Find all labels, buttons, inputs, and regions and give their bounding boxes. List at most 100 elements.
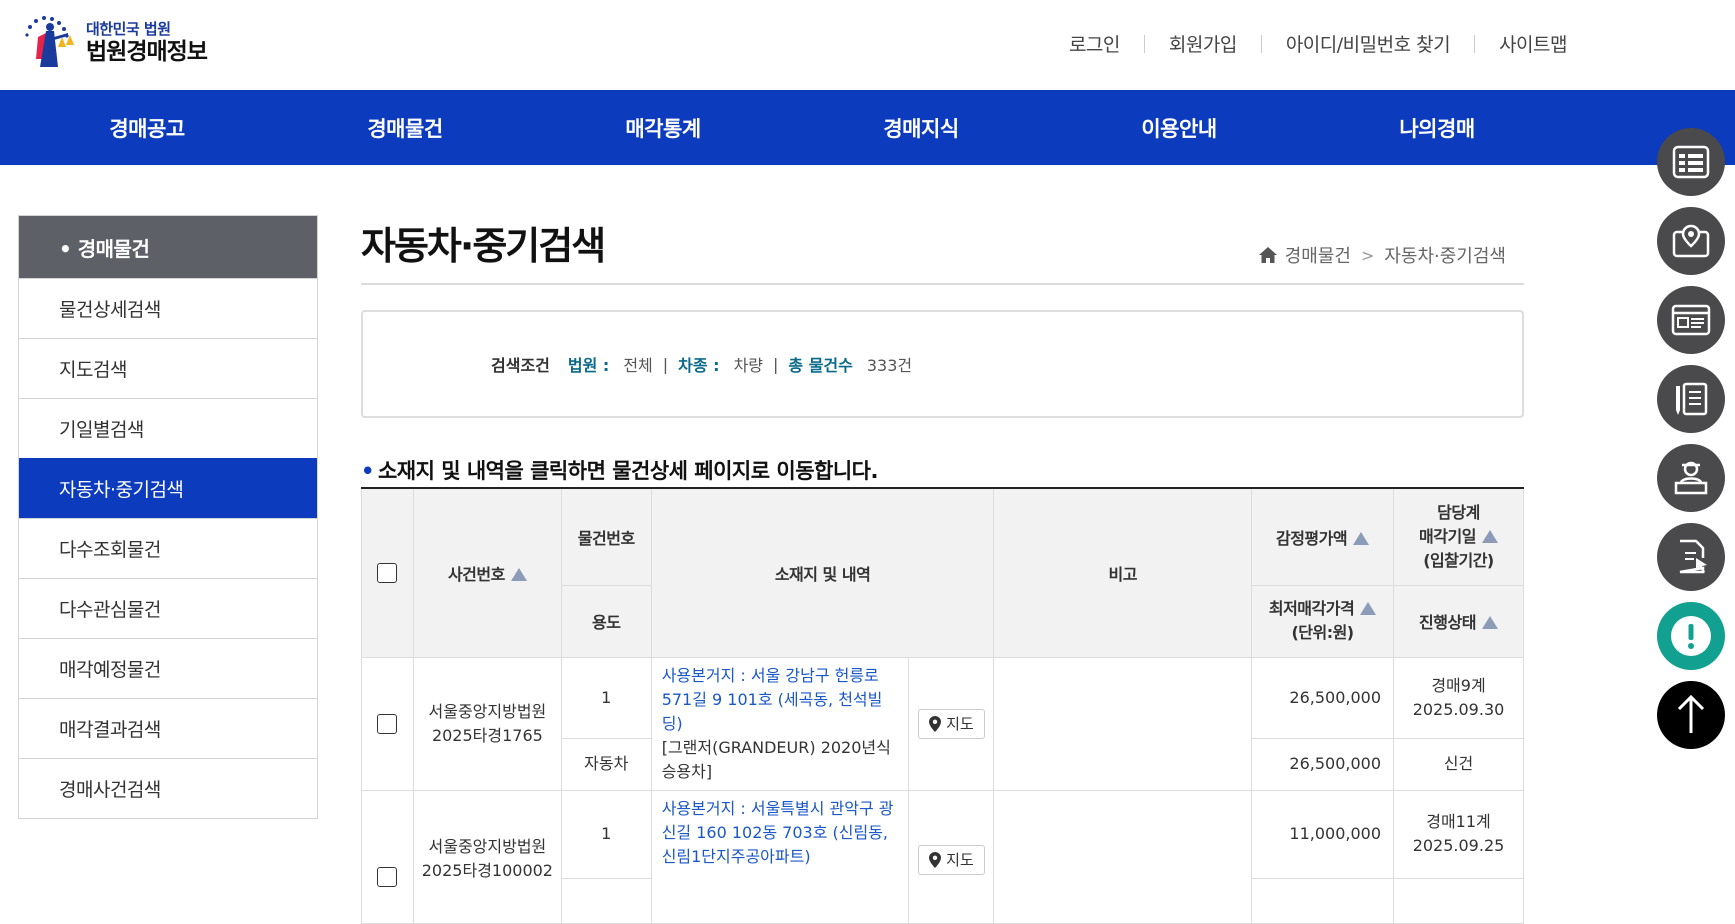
main-nav: 경매공고 경매물건 매각통계 경매지식 이용안내 나의경매 [0,90,1735,165]
min-price-header[interactable]: 최저매각가격 (단위:원) [1251,584,1394,658]
sale-date: 2025.09.30 [1412,699,1505,719]
note-cell [993,789,1253,924]
nav-sale-statistics[interactable]: 매각통계 [534,90,792,165]
court-name: 서울중앙지방법원 [428,836,547,856]
sidebar-item-case-search[interactable]: 경매사건검색 [19,758,317,818]
status-header[interactable]: 진행상태 [1393,584,1524,658]
row-checkbox[interactable] [377,866,398,887]
arrow-up-icon [1677,695,1705,733]
court-key: 법원 : [567,356,610,375]
header-label: (단위:원) [1291,623,1354,642]
divider [1474,34,1476,53]
sale-date: 2025.09.25 [1412,836,1505,855]
address-link[interactable]: 사용본거지 : 서울특별시 관악구 광신길 160 102동 703호 (신림동… [662,797,899,869]
quick-screen-button[interactable] [1657,286,1725,354]
map-cell: 지도 [908,789,995,924]
find-id-password-link[interactable]: 아이디/비밀번호 찾기 [1286,30,1451,57]
logo-title: 법원경매정보 [86,39,208,65]
nav-my-auction[interactable]: 나의경매 [1308,90,1566,165]
quick-document-button[interactable] [1657,365,1725,433]
map-cell: 지도 [908,656,995,791]
case-cell: 서울중앙지방법원 2025타경1765 [412,656,562,791]
signup-link[interactable]: 회원가입 [1169,30,1237,57]
map-pin-icon [929,851,942,868]
header-label: 최저매각가격 [1268,599,1355,618]
header-label: 매각기일 [1419,526,1476,546]
dept-date-cell: 경매9계 2025.09.30 [1393,656,1524,740]
quick-menu [1657,128,1725,760]
sort-up-icon [510,567,527,581]
breadcrumb-item[interactable]: 경매물건 [1285,242,1351,268]
divider: | [662,354,669,374]
list-icon [1672,145,1710,179]
quick-list-button[interactable] [1657,128,1725,196]
sidebar-item-sale-results[interactable]: 매각결과검색 [19,698,317,758]
map-button[interactable]: 지도 [918,844,985,875]
map-pin-icon [1672,224,1710,258]
min-price-cell: 26,500,000 [1251,738,1394,791]
nav-usage-guide[interactable]: 이용안내 [1050,90,1308,165]
table-row: 서울중앙지방법원 2025타경1765 1 사용본거지 : 서울 강남구 헌릉로5… [361,656,1524,791]
results-table: 사건번호 물건번호 소재지 및 내역 비고 감정평가액 담당계 매각기일 (입찰… [361,487,1524,924]
sort-up-icon [1360,602,1377,615]
header-label: 진행상태 [1419,613,1476,632]
quick-file-button[interactable] [1657,523,1725,591]
total-count-key: 총 물건수 [788,356,853,375]
row-checkbox[interactable] [377,714,398,734]
sitemap-link[interactable]: 사이트맵 [1499,30,1567,57]
nav-auction-items[interactable]: 경매물건 [276,90,534,165]
sidebar-item-scheduled-sale[interactable]: 매각예정물건 [19,638,317,698]
map-button[interactable]: 지도 [918,708,985,739]
appraisal-header[interactable]: 감정평가액 [1251,487,1394,586]
scroll-top-button[interactable] [1657,681,1725,749]
nav-auction-knowledge[interactable]: 경매지식 [792,90,1050,165]
main-content: 자동차·중기검색 경매물건 > 자동차·중기검색 검색조건 법원 : 전체 | … [361,215,1524,924]
map-pin-icon [929,715,942,732]
sort-up-icon [1481,616,1498,629]
sidebar-item-map-search[interactable]: 지도검색 [19,338,317,398]
dept-name: 경매11계 [1426,812,1491,831]
appraisal-cell: 26,500,000 [1251,656,1394,740]
item-description[interactable]: [그랜저(GRANDEUR) 2020년식 승용차] [662,736,899,784]
note-header: 비고 [993,487,1253,658]
select-all-checkbox[interactable] [377,563,398,583]
quick-clerk-button[interactable] [1657,444,1725,512]
sidebar-item-vehicle-search[interactable]: 자동차·중기검색 [19,458,317,518]
dept-date-header[interactable]: 담당계 매각기일 (입찰기간) [1393,487,1524,586]
sidebar-item-detail-search[interactable]: 물건상세검색 [19,278,317,338]
status-cell [1393,877,1524,924]
header-label: 담당계 [1437,502,1480,522]
dept-date-cell: 경매11계 2025.09.25 [1393,789,1524,879]
sidebar-item-most-viewed[interactable]: 다수조회물건 [19,518,317,578]
map-button-label: 지도 [946,714,974,733]
sidebar-title: • 경매물건 [19,216,317,278]
sidebar-item-most-interested[interactable]: 다수관심물건 [19,578,317,638]
sidebar-item-date-search[interactable]: 기일별검색 [19,398,317,458]
address-link[interactable]: 사용본거지 : 서울 강남구 헌릉로571길 9 101호 (세곡동, 천석빌딩… [662,664,899,736]
nav-auction-notice[interactable]: 경매공고 [18,90,276,165]
logo[interactable]: 대한민국 법원 법원경매정보 [24,15,234,71]
court-name: 서울중앙지방법원 [428,701,547,721]
usage-header: 용도 [560,584,652,658]
location-header: 소재지 및 내역 [650,487,995,658]
location-cell[interactable]: 사용본거지 : 서울 강남구 헌릉로571길 9 101호 (세곡동, 천석빌딩… [650,656,910,791]
case-number: 2025타경100002 [421,860,553,880]
login-link[interactable]: 로그인 [1069,30,1120,57]
home-icon[interactable] [1258,247,1277,263]
map-button-label: 지도 [946,850,974,869]
screen-icon [1671,304,1711,336]
quick-map-button[interactable] [1657,207,1725,275]
location-cell[interactable]: 사용본거지 : 서울특별시 관악구 광신길 160 102동 703호 (신림동… [650,789,910,924]
usage-cell [560,877,652,924]
case-no-header[interactable]: 사건번호 [412,487,562,658]
item-no-header: 물건번호 [560,487,652,586]
case-number: 2025타경1765 [431,725,543,745]
case-cell: 서울중앙지방법원 2025타경100002 [412,789,562,924]
notice-message: 소재지 및 내역을 클릭하면 물건상세 페이지로 이동합니다. [377,459,879,483]
sidebar: • 경매물건 물건상세검색 지도검색 기일별검색 자동차·중기검색 다수조회물건… [18,215,318,819]
court-value: 전체 [623,356,653,375]
chevron-right-icon: > [1360,245,1375,265]
quick-alert-button[interactable] [1657,602,1725,670]
search-condition-label: 검색조건 [491,356,550,375]
alert-icon [1671,616,1711,656]
